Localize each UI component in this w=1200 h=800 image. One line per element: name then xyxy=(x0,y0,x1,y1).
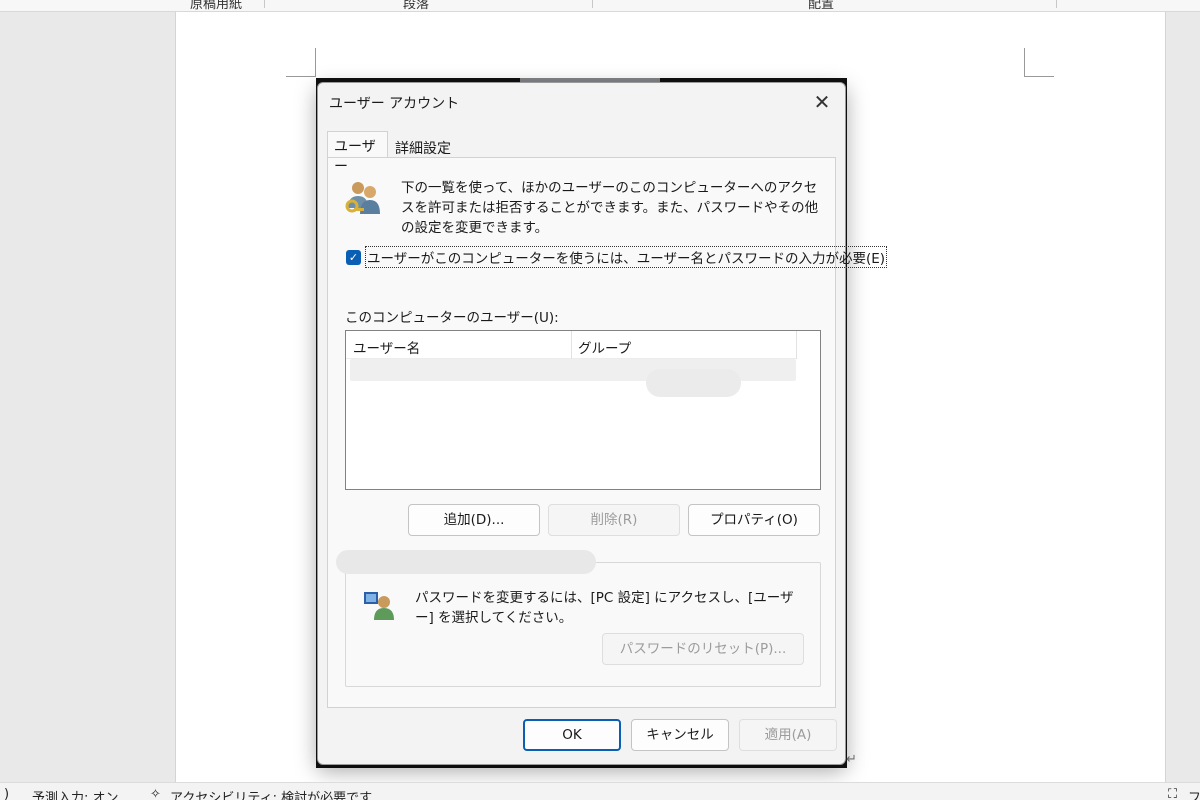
require-login-checkbox[interactable]: ✓ xyxy=(346,249,361,265)
listview-header: ユーザー名 グループ xyxy=(346,331,797,359)
users-key-icon xyxy=(345,182,380,214)
require-login-row[interactable]: ✓ ユーザーがこのコンピューターを使うには、ユーザー名とパスワードの入力が必要(… xyxy=(346,246,888,268)
predictive-input-status[interactable]: 予測入力: オン xyxy=(32,787,119,800)
reset-password-button[interactable]: パスワードのリセット(P)... xyxy=(602,633,804,665)
users-listview[interactable]: ユーザー名 グループ xyxy=(345,330,821,490)
ribbon-group-label: 原稿用紙 xyxy=(190,0,243,12)
ok-button[interactable]: OK xyxy=(523,719,621,751)
ribbon-separator xyxy=(592,0,593,8)
remove-user-button[interactable]: 削除(R) xyxy=(548,504,680,536)
require-login-label[interactable]: ユーザーがこのコンピューターを使うには、ユーザー名とパスワードの入力が必要(E) xyxy=(365,246,888,268)
add-user-button[interactable]: 追加(D)... xyxy=(408,504,540,536)
accessibility-status[interactable]: アクセシビリティ: 検討が必要です xyxy=(170,787,372,800)
cancel-button[interactable]: キャンセル xyxy=(631,719,729,751)
status-fragment[interactable]: フ xyxy=(1188,787,1200,800)
tab-panel: 下の一覧を使って、ほかのユーザーのこのコンピューターへのアクセスを許可または拒否… xyxy=(327,157,888,708)
crop-mark xyxy=(315,48,316,76)
column-divider[interactable] xyxy=(796,331,797,359)
crop-mark xyxy=(1024,48,1025,76)
paragraph-mark-icon: ↵ xyxy=(846,752,857,767)
apply-button[interactable]: 適用(A) xyxy=(739,719,837,751)
dialog-title: ユーザー アカウント xyxy=(329,96,460,112)
status-bar: ) 予測入力: オン ✧ アクセシビリティ: 検討が必要です ⛶ フ xyxy=(0,782,1200,800)
properties-button[interactable]: プロパティ(O) xyxy=(688,504,820,536)
crop-mark xyxy=(286,76,316,77)
ribbon-separator xyxy=(264,0,265,8)
user-password-icon xyxy=(364,592,394,620)
users-list-label: このコンピューターのユーザー(U): xyxy=(345,310,559,326)
focus-icon[interactable]: ⛶ xyxy=(1168,787,1177,800)
ribbon-bar: 原稿用紙 段落 配置 xyxy=(0,0,1200,12)
ribbon-group-label: 段落 xyxy=(403,0,430,12)
ribbon-group-label: 配置 xyxy=(808,0,835,12)
accessibility-icon[interactable]: ✧ xyxy=(150,787,161,800)
redacted-group-title xyxy=(336,550,596,574)
crop-mark xyxy=(1024,76,1054,77)
column-header-username[interactable]: ユーザー名 xyxy=(353,337,420,357)
intro-text: 下の一覧を使って、ほかのユーザーのこのコンピューターへのアクセスを許可または拒否… xyxy=(401,180,819,236)
status-fragment: ) xyxy=(4,787,10,800)
password-instructions: パスワードを変更するには、[PC 設定] にアクセスし、[ユーザー] を選択して… xyxy=(415,590,794,626)
user-accounts-dialog: ユーザー アカウント ✕ ユーザー 詳細設定 下の一覧を使って、ほかのユーザーの… xyxy=(317,82,888,765)
column-header-group[interactable]: グループ xyxy=(578,337,631,357)
redacted-user-row xyxy=(646,369,741,397)
close-icon[interactable]: ✕ xyxy=(809,89,835,115)
ribbon-separator xyxy=(1056,0,1057,8)
column-divider[interactable] xyxy=(571,331,572,359)
tab-users[interactable]: ユーザー xyxy=(327,131,388,175)
